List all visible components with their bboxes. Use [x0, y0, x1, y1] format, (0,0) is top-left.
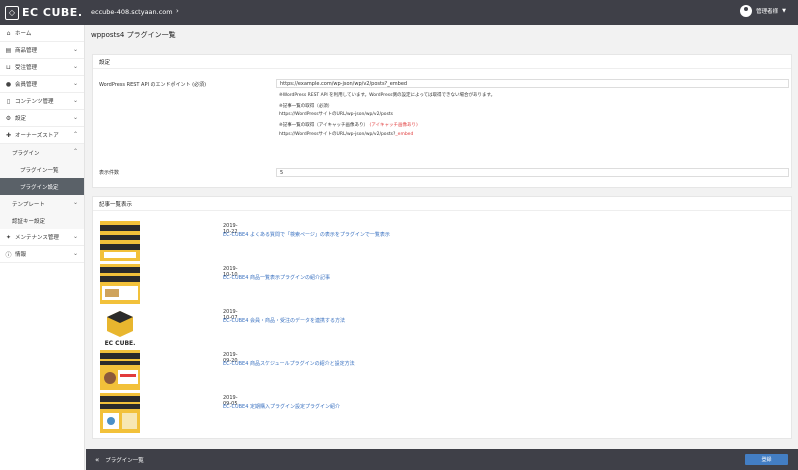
- sidebar-item-maintenance[interactable]: ✦ メンテナンス管理 ⌄: [0, 229, 84, 246]
- sidebar-item-settings[interactable]: ⚙ 設定 ⌄: [0, 110, 84, 127]
- help-text-4-red: (アイキャッチ画像あり): [369, 123, 418, 128]
- chevron-down-icon: ⌄: [72, 97, 78, 104]
- tag-icon: ▤: [5, 46, 12, 54]
- wrench-icon: ✦: [5, 233, 12, 241]
- chevron-down-icon: ⌄: [72, 63, 78, 70]
- svg-text:EC CUBE.: EC CUBE.: [105, 340, 136, 347]
- chevron-up-icon: ⌃: [72, 131, 78, 138]
- settings-card-title: 設定: [93, 55, 791, 69]
- user-menu[interactable]: 管理者様 ▼: [740, 5, 786, 17]
- store-icon: ✚: [5, 131, 12, 139]
- user-name: 管理者様: [756, 9, 779, 15]
- help-text-1: ※WordPress REST API を利用しています。WordPress側の…: [279, 93, 496, 98]
- sidebar-item-orders[interactable]: ⊔ 受注管理 ⌄: [0, 59, 84, 76]
- info-icon: ⓘ: [5, 251, 12, 259]
- sidebar-item-plugin[interactable]: プラグイン ⌃: [0, 144, 84, 161]
- sidebar-item-label: 設定: [15, 116, 27, 122]
- help-text-4-main: ※記事一覧の取得（アイキャッチ画像あり）: [279, 123, 369, 128]
- article-link[interactable]: EC-CUBE4 商品スケジュールプラグインの紹介と設定方法: [223, 360, 355, 367]
- top-bar: ◇ EC CUBE. eccube-408.sctyaan.com › 管理者様…: [0, 0, 798, 25]
- sidebar-item-plugin-settings[interactable]: プラグイン設定: [0, 178, 84, 195]
- help-text-5-prefix: https://WordPressサイトのURL/wp-json/wp/v2/p…: [279, 132, 396, 137]
- articles-card-title: 記事一覧表示: [93, 197, 791, 211]
- help-text-5: https://WordPressサイトのURL/wp-json/wp/v2/p…: [279, 131, 413, 137]
- page-title: wpposts4 プラグイン一覧: [91, 31, 176, 39]
- ec-cube-logo[interactable]: ◇ EC CUBE.: [5, 5, 83, 20]
- sidebar-item-label: 商品管理: [15, 48, 38, 54]
- sidebar-item-label: 認証キー設定: [12, 218, 46, 225]
- articles-card: 記事一覧表示 2019-10-22 EC-CUBE4 よくある質問で「検索ページ…: [92, 196, 792, 439]
- sidebar-item-label: 受注管理: [15, 65, 38, 71]
- article-link[interactable]: EC-CUBE4 商品一覧表示プラグインの紹介記事: [223, 274, 330, 281]
- sidebar-item-label: メンテナンス管理: [15, 235, 59, 241]
- sidebar-item-home[interactable]: ⌂ ホーム: [0, 25, 84, 42]
- sidebar-item-label: プラグイン設定: [20, 184, 59, 191]
- sidebar-item-products[interactable]: ▤ 商品管理 ⌄: [0, 42, 84, 59]
- endpoint-label: WordPress REST API のエンドポイント (必須): [99, 82, 207, 88]
- help-text-4: ※記事一覧の取得（アイキャッチ画像あり） (アイキャッチ画像あり): [279, 122, 418, 128]
- bottom-action-bar: « プラグイン一覧 登録: [86, 449, 798, 470]
- sidebar-item-label: プラグイン一覧: [20, 167, 59, 174]
- article-link[interactable]: EC-CUBE4 よくある質問で「検索ページ」の表示をプラグインで一覧表示: [223, 231, 390, 238]
- sidebar-item-label: ホーム: [15, 31, 32, 37]
- chevron-down-icon: ⌄: [72, 199, 78, 206]
- double-chevron-left-icon: «: [95, 456, 100, 464]
- main-content: wpposts4 プラグイン一覧 設定 WordPress REST API の…: [86, 25, 798, 445]
- cart-icon: ⊔: [6, 63, 11, 71]
- back-label: プラグイン一覧: [105, 458, 144, 464]
- chevron-down-icon: ▼: [782, 8, 786, 14]
- file-icon: ▯: [6, 97, 11, 105]
- sidebar-item-customers[interactable]: ● 会員管理 ⌄: [0, 76, 84, 93]
- sidebar-item-label: テンプレート: [12, 201, 45, 208]
- sidebar-item-content[interactable]: ▯ コンテンツ管理 ⌄: [0, 93, 84, 110]
- home-icon: ⌂: [6, 29, 11, 37]
- user-icon: ●: [5, 80, 12, 88]
- chevron-down-icon: ⌄: [72, 46, 78, 53]
- display-count-input[interactable]: 5: [276, 168, 789, 177]
- cube-logo-icon: ◇: [5, 5, 19, 20]
- logo-text: EC CUBE.: [22, 6, 83, 19]
- endpoint-url-input[interactable]: https://example.com/wp-json/wp/v2/posts?…: [276, 79, 789, 88]
- count-label: 表示件数: [99, 170, 120, 176]
- sidebar-item-auth-key[interactable]: 認証キー設定: [0, 212, 84, 229]
- gear-icon: ⚙: [5, 114, 12, 122]
- chevron-down-icon: ⌄: [72, 114, 78, 121]
- article-thumbnail[interactable]: [100, 221, 140, 261]
- article-thumbnail[interactable]: [100, 393, 140, 433]
- help-text-2: ※記事一覧の取得（必須）: [279, 104, 333, 109]
- external-arrow-icon[interactable]: ›: [176, 7, 179, 15]
- sidebar-item-label: コンテンツ管理: [15, 99, 54, 105]
- sidebar-item-label: 情報: [15, 252, 27, 258]
- sidebar: ⌂ ホーム ▤ 商品管理 ⌄ ⊔ 受注管理 ⌄ ● 会員管理 ⌄ ▯ コンテンツ…: [0, 25, 85, 470]
- chevron-up-icon: ⌃: [72, 148, 78, 155]
- sidebar-item-store[interactable]: ✚ オーナーズストア ⌃: [0, 127, 84, 144]
- user-avatar-icon: [740, 5, 753, 17]
- sidebar-item-plugin-list[interactable]: プラグイン一覧: [0, 161, 84, 178]
- site-host-link[interactable]: eccube-408.sctyaan.com: [91, 8, 173, 16]
- settings-card: 設定 WordPress REST API のエンドポイント (必須) http…: [92, 54, 792, 188]
- article-thumbnail[interactable]: [100, 264, 140, 304]
- back-to-plugin-list-link[interactable]: « プラグイン一覧: [95, 456, 144, 464]
- article-thumbnail[interactable]: [100, 350, 140, 390]
- sidebar-item-label: オーナーズストア: [15, 133, 59, 139]
- sidebar-item-label: 会員管理: [15, 82, 38, 88]
- sidebar-item-label: プラグイン: [12, 150, 40, 157]
- chevron-down-icon: ⌄: [72, 250, 78, 257]
- sidebar-item-info[interactable]: ⓘ 情報 ⌄: [0, 246, 84, 263]
- chevron-down-icon: ⌄: [72, 233, 78, 240]
- article-thumbnail[interactable]: EC CUBE.: [100, 307, 140, 347]
- help-text-5-red: _embed: [395, 132, 414, 137]
- help-text-3: https://WordPressサイトのURL/wp-json/wp/v2/p…: [279, 112, 394, 117]
- article-link[interactable]: EC-CUBE4 会員・商品・受注のデータを連携する方法: [223, 317, 345, 324]
- save-button[interactable]: 登録: [745, 454, 788, 465]
- article-link[interactable]: EC-CUBE4 定期購入プラグイン設定プラグイン紹介: [223, 403, 340, 410]
- chevron-down-icon: ⌄: [72, 80, 78, 87]
- sidebar-item-template[interactable]: テンプレート ⌄: [0, 195, 84, 212]
